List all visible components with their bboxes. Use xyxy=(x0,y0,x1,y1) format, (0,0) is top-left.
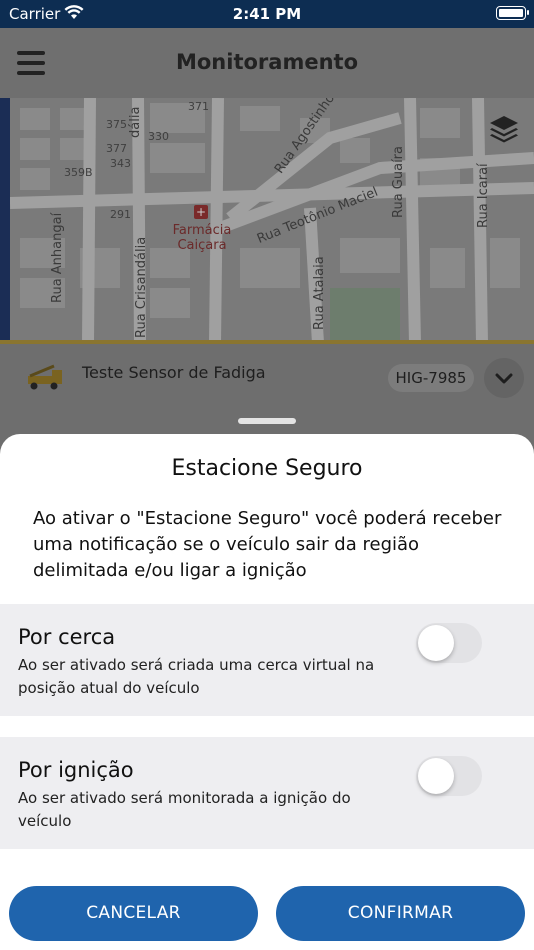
sheet-description: Ao ativar o "Estacione Seguro" você pode… xyxy=(33,508,502,581)
option-ignition: Por ignição Ao ser ativado será monitora… xyxy=(0,737,534,849)
layers-icon[interactable] xyxy=(486,110,522,146)
sheet-drag-handle[interactable] xyxy=(238,418,296,424)
street-label: dália xyxy=(128,106,143,138)
street-label: Rua Guaíra xyxy=(391,146,406,218)
street-label: Rua Crisandália xyxy=(134,236,149,338)
fence-toggle[interactable] xyxy=(416,623,482,663)
option-description: Ao ser ativado será criada uma cerca vir… xyxy=(18,656,375,697)
map-left-bar xyxy=(0,98,10,343)
vehicle-name: Teste Sensor de Fadiga xyxy=(82,363,266,382)
house-number: 330 xyxy=(148,130,169,143)
option-description: Ao ser ativado será monitorada a ignição… xyxy=(18,789,351,830)
house-number: 343 xyxy=(110,157,131,170)
house-number: 377 xyxy=(106,142,127,155)
street-label: Rua Anhangaí xyxy=(50,212,65,303)
street-label: Rua Atalaia xyxy=(312,256,327,330)
option-title: Por cerca xyxy=(18,625,116,649)
option-title: Por ignição xyxy=(18,758,134,782)
clock: 2:41 PM xyxy=(232,5,302,23)
battery-icon xyxy=(496,6,529,20)
street-label: Rua Icaraí xyxy=(476,163,491,228)
pharmacy-icon: + xyxy=(194,205,208,219)
status-bar: Carrier 2:41 PM xyxy=(0,0,534,28)
vehicle-plate: HIG-7985 xyxy=(388,364,474,392)
house-number: 291 xyxy=(110,208,131,221)
map-view[interactable]: 371 375 330 377 343 359B 291 dália Rua A… xyxy=(0,98,534,343)
house-number: 359B xyxy=(64,166,93,179)
sheet-title: Estacione Seguro xyxy=(171,456,363,481)
app-header: Monitoramento xyxy=(0,28,534,98)
option-fence: Por cerca Ao ser ativado será criada uma… xyxy=(0,604,534,716)
ignition-toggle[interactable] xyxy=(416,756,482,796)
crane-truck-icon xyxy=(24,364,66,396)
house-number: 375 xyxy=(106,118,127,131)
house-number: 371 xyxy=(188,100,209,113)
cancel-button[interactable]: CANCELAR xyxy=(9,886,258,941)
poi-label: Farmácia Caiçara xyxy=(172,223,232,253)
page-title: Monitoramento xyxy=(175,50,358,74)
map-streets xyxy=(9,98,534,343)
chevron-down-icon xyxy=(495,373,513,384)
expand-button[interactable] xyxy=(484,358,524,398)
confirm-button[interactable]: CONFIRMAR xyxy=(276,886,525,941)
